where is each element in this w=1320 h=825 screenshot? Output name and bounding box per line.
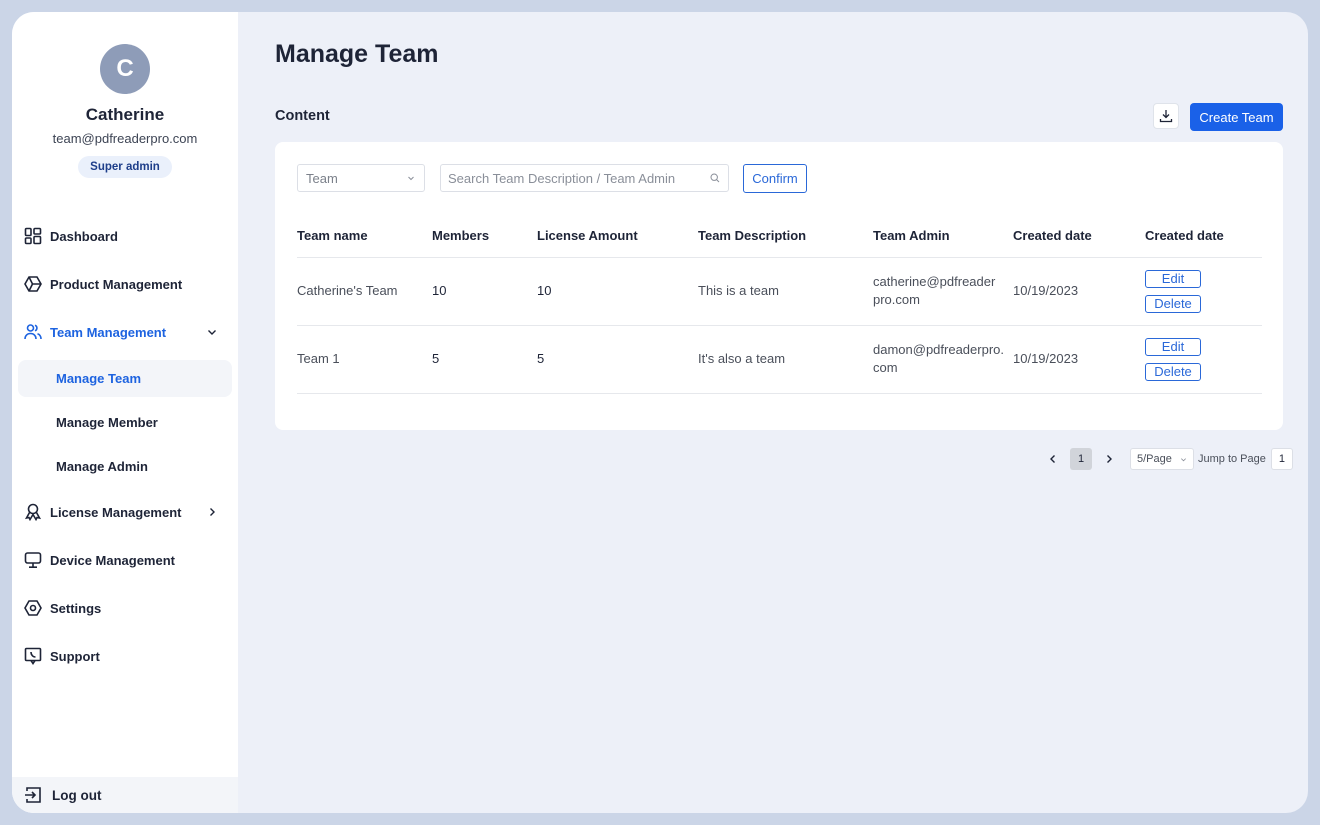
- download-button[interactable]: [1153, 103, 1179, 129]
- delete-button[interactable]: Delete: [1145, 294, 1201, 313]
- cell-team-name: Catherine's Team: [297, 257, 432, 326]
- create-team-button[interactable]: Create Team: [1190, 103, 1283, 131]
- column-header-created-date: Created date: [1013, 214, 1145, 258]
- section-title: Content: [275, 108, 330, 124]
- support-icon: [24, 647, 42, 665]
- cell-description: This is a team: [698, 257, 873, 326]
- sidebar-item-dashboard[interactable]: Dashboard: [12, 212, 238, 260]
- table-row: Team 1 5 5 It's also a team damon@pdfrea…: [297, 325, 1262, 394]
- cell-members: 10: [432, 257, 537, 326]
- page-number-button[interactable]: 1: [1070, 448, 1092, 470]
- delete-button[interactable]: Delete: [1145, 362, 1201, 381]
- cell-created: 10/19/2023: [1013, 325, 1145, 394]
- sidebar-subitem-manage-team[interactable]: Manage Team: [18, 360, 232, 397]
- logout-label: Log out: [52, 787, 102, 803]
- logout-icon: [25, 787, 41, 803]
- award-icon: [24, 503, 42, 521]
- sidebar-item-product-management[interactable]: Product Management: [12, 260, 238, 308]
- chevron-down-icon: [408, 176, 414, 181]
- cell-license-amount: 10: [537, 257, 698, 326]
- sidebar-item-label: Settings: [50, 600, 102, 616]
- cube-icon: [24, 275, 42, 293]
- download-icon: [1159, 110, 1173, 123]
- chevron-right-icon: [210, 508, 215, 516]
- table-row: Catherine's Team 10 10 This is a team ca…: [297, 257, 1262, 326]
- page-size-value: 5/Page: [1137, 453, 1172, 465]
- settings-icon: [24, 599, 42, 617]
- sidebar-item-device-management[interactable]: Device Management: [12, 536, 238, 584]
- cell-admin: damon@pdfreaderpro.com: [873, 325, 1013, 394]
- cell-admin: catherine@pdfreaderpro.com: [873, 257, 1013, 326]
- admin-email: catherine@pdfreaderpro.com: [873, 274, 996, 307]
- sidebar-subitem-manage-admin[interactable]: Manage Admin: [18, 444, 232, 488]
- next-page-button[interactable]: [1102, 452, 1116, 466]
- cell-actions: Edit Delete: [1145, 257, 1262, 326]
- users-icon: [24, 323, 42, 341]
- column-header-team-description: Team Description: [698, 214, 873, 258]
- chevron-down-icon: [208, 330, 216, 335]
- sidebar-item-label: License Management: [50, 504, 182, 520]
- chevron-right-icon: [1107, 455, 1112, 463]
- table-header-row: Team name Members License Amount Team De…: [297, 214, 1262, 258]
- sidebar-subitem-manage-member[interactable]: Manage Member: [18, 400, 232, 444]
- sidebar-item-label: Device Management: [50, 552, 175, 568]
- monitor-icon: [24, 551, 42, 569]
- sidebar-item-label: Team Management: [50, 324, 167, 340]
- prev-page-button[interactable]: [1046, 452, 1060, 466]
- chevron-down-icon: [1181, 458, 1186, 462]
- admin-email: damon@pdfreaderpro.com: [873, 342, 1004, 375]
- confirm-button[interactable]: Confirm: [743, 164, 807, 193]
- sidebar-item-support[interactable]: Support: [12, 632, 238, 680]
- sidebar-item-license-management[interactable]: License Management: [12, 488, 238, 536]
- column-header-actions: Created date: [1145, 214, 1262, 258]
- edit-button[interactable]: Edit: [1145, 337, 1201, 356]
- pagination: 1 5/Page Jump to Page 1: [1046, 448, 1293, 470]
- column-header-team-admin: Team Admin: [873, 214, 1013, 258]
- main-content: Manage Team Content Create Team Team Con…: [238, 12, 1308, 813]
- user-name: Catherine: [85, 105, 165, 124]
- sidebar-item-settings[interactable]: Settings: [12, 584, 238, 632]
- chevron-left-icon: [1050, 455, 1055, 463]
- app-window: C Catherine team@pdfreaderpro.com Super …: [12, 12, 1308, 813]
- avatar: C: [100, 44, 150, 94]
- cell-description: It's also a team: [698, 325, 873, 394]
- content-card: Team Confirm Team name Members License A…: [275, 142, 1283, 430]
- search-icon[interactable]: [710, 173, 720, 183]
- sidebar-item-label: Product Management: [50, 276, 183, 292]
- sidebar-item-label: Dashboard: [50, 228, 118, 244]
- sidebar-item-team-management[interactable]: Team Management: [12, 308, 238, 356]
- cell-license-amount: 5: [537, 325, 698, 394]
- search-input[interactable]: [441, 165, 701, 191]
- sidebar: C Catherine team@pdfreaderpro.com Super …: [12, 12, 238, 813]
- jump-to-page-label: Jump to Page: [1198, 453, 1266, 465]
- dashboard-icon: [24, 227, 42, 245]
- cell-team-name: Team 1: [297, 325, 432, 394]
- cell-actions: Edit Delete: [1145, 325, 1262, 394]
- column-header-team-name: Team name: [297, 214, 432, 258]
- column-header-members: Members: [432, 214, 537, 258]
- page-size-select[interactable]: 5/Page: [1130, 448, 1194, 470]
- edit-button[interactable]: Edit: [1145, 269, 1201, 288]
- user-email: team@pdfreaderpro.com: [52, 131, 198, 146]
- role-badge: Super admin: [78, 156, 172, 178]
- team-filter-value: Team: [306, 170, 338, 186]
- search-box: [440, 164, 729, 192]
- jump-to-page-input[interactable]: 1: [1270, 448, 1293, 470]
- logout-button[interactable]: Log out: [12, 777, 238, 813]
- sidebar-item-label: Support: [50, 648, 100, 664]
- cell-members: 5: [432, 325, 537, 394]
- column-header-license-amount: License Amount: [537, 214, 698, 258]
- user-profile: C Catherine team@pdfreaderpro.com Super …: [12, 12, 238, 178]
- page-title: Manage Team: [275, 40, 439, 68]
- sidebar-nav: Dashboard Product Management Team Manage…: [12, 212, 238, 680]
- teams-table: Team name Members License Amount Team De…: [297, 214, 1262, 394]
- cell-created: 10/19/2023: [1013, 257, 1145, 326]
- team-filter-select[interactable]: Team: [297, 164, 425, 192]
